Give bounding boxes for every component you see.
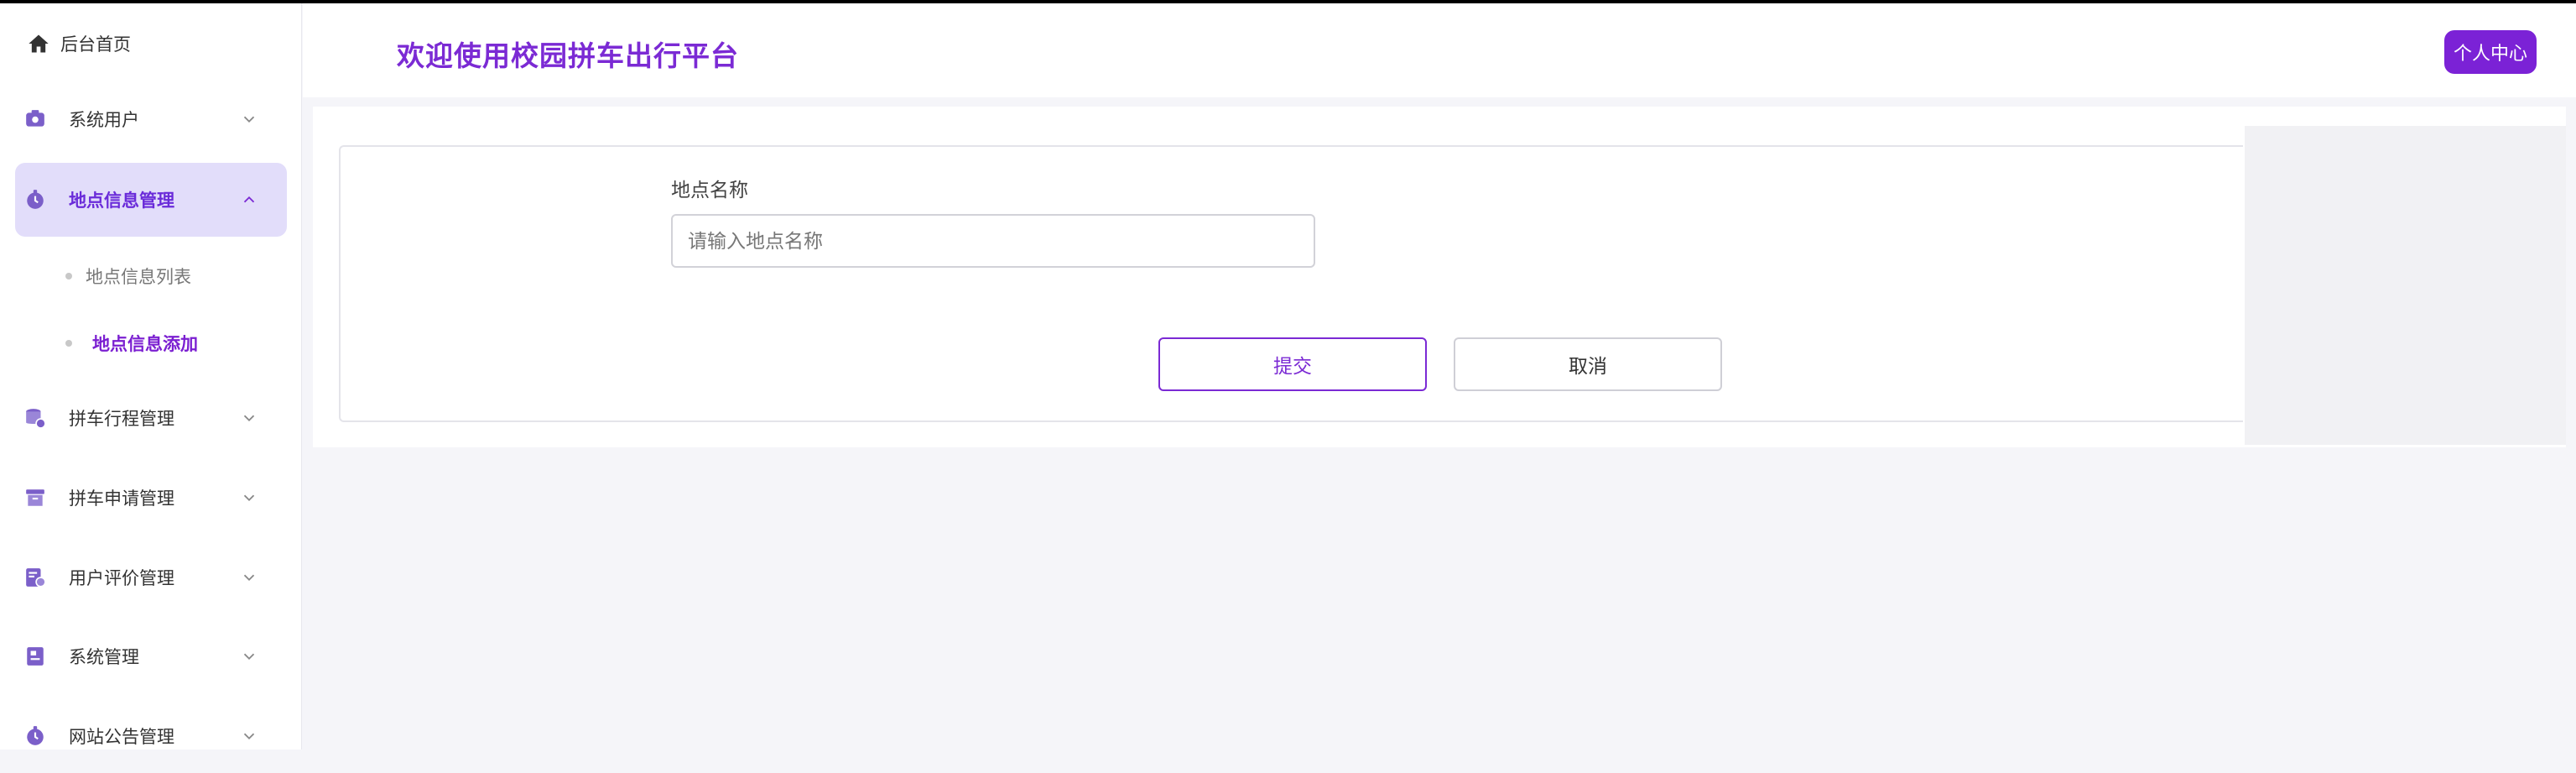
sidebar: 后台首页 系统用户 地点信息管理 地点信息列表 地点信息添加 拼车行程管理 拼车… bbox=[0, 3, 302, 749]
sidebar-item-label: 地点信息管理 bbox=[69, 191, 174, 211]
top-header: 欢迎使用校园拼车出行平台 个人中心 bbox=[303, 3, 2576, 97]
chevron-down-icon bbox=[243, 653, 255, 661]
sidebar-subitem-label: 地点信息添加 bbox=[92, 335, 198, 354]
edit-icon bbox=[23, 566, 47, 589]
sidebar-item-label: 网站公告管理 bbox=[69, 728, 174, 747]
bullet-dot bbox=[65, 340, 72, 347]
page-title: 欢迎使用校园拼车出行平台 bbox=[397, 40, 739, 71]
sidebar-item-location-management[interactable]: 地点信息管理 bbox=[15, 163, 287, 237]
location-icon bbox=[23, 188, 47, 212]
document-icon bbox=[23, 645, 47, 668]
home-label: 后台首页 bbox=[60, 35, 131, 55]
archive-icon bbox=[23, 486, 47, 509]
sidebar-subitem-location-add[interactable]: 地点信息添加 bbox=[65, 326, 198, 360]
sidebar-item-system-management[interactable]: 系统管理 bbox=[15, 619, 287, 693]
sidebar-item-system-users[interactable]: 系统用户 bbox=[15, 82, 287, 156]
chevron-down-icon bbox=[243, 494, 255, 502]
chevron-down-icon bbox=[243, 733, 255, 740]
camera-icon bbox=[23, 107, 47, 131]
database-icon bbox=[23, 406, 47, 430]
home-icon bbox=[29, 34, 49, 53]
location-name-label: 地点名称 bbox=[671, 179, 748, 201]
location-name-input[interactable] bbox=[671, 214, 1315, 268]
bullet-dot bbox=[65, 273, 72, 279]
chevron-up-icon bbox=[243, 196, 255, 203]
sidebar-subitem-location-list[interactable]: 地点信息列表 bbox=[65, 259, 191, 293]
chevron-down-icon bbox=[243, 415, 255, 422]
profile-center-button[interactable]: 个人中心 bbox=[2444, 30, 2537, 74]
sidebar-home-link[interactable]: 后台首页 bbox=[27, 27, 131, 60]
sidebar-item-label: 系统用户 bbox=[69, 111, 139, 130]
sidebar-item-application-management[interactable]: 拼车申请管理 bbox=[15, 461, 287, 535]
sidebar-item-label: 拼车行程管理 bbox=[69, 410, 174, 429]
chevron-down-icon bbox=[243, 116, 255, 123]
sidebar-item-label: 用户评价管理 bbox=[69, 569, 174, 588]
sidebar-item-announcement-management[interactable]: 网站公告管理 bbox=[15, 699, 287, 773]
sidebar-subitem-label: 地点信息列表 bbox=[86, 268, 191, 287]
side-panel bbox=[2245, 126, 2566, 445]
bell-icon bbox=[23, 724, 47, 748]
sidebar-item-label: 拼车申请管理 bbox=[69, 489, 174, 509]
sidebar-item-trip-management[interactable]: 拼车行程管理 bbox=[15, 381, 287, 455]
sidebar-item-label: 系统管理 bbox=[69, 648, 139, 667]
cancel-button[interactable]: 取消 bbox=[1454, 337, 1722, 391]
sidebar-item-review-management[interactable]: 用户评价管理 bbox=[15, 541, 287, 614]
chevron-down-icon bbox=[243, 574, 255, 582]
submit-button[interactable]: 提交 bbox=[1158, 337, 1427, 391]
